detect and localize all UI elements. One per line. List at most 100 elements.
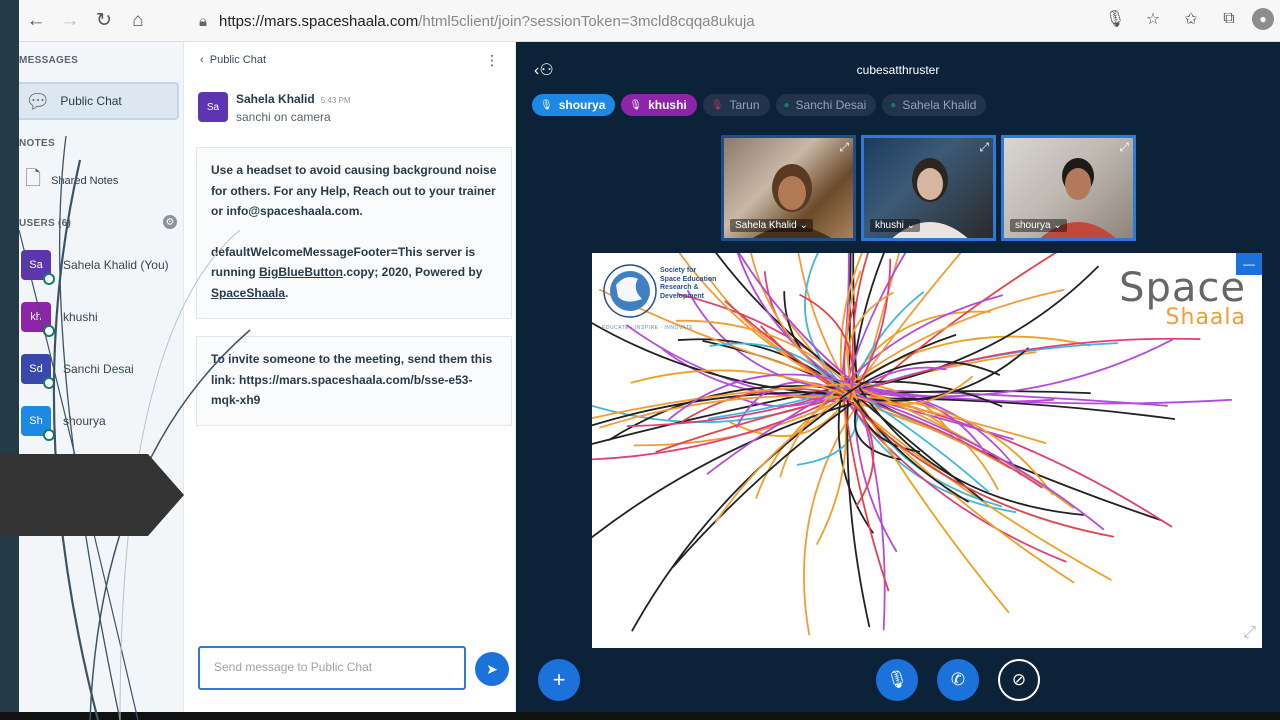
slide-left-strip	[0, 0, 19, 720]
video-off-icon: ⊘	[1011, 670, 1027, 689]
public-chat-item[interactable]: 💬︎ Public Chat	[19, 82, 179, 120]
address-bar[interactable]: 🔒︎ https://mars.spaceshaala.com/html5cli…	[199, 6, 1199, 36]
microphone-icon: ●	[783, 99, 790, 111]
webcam-tile[interactable]: ⤢ khushi ⌄	[861, 135, 996, 241]
user-name: Sahela Khalid (You)	[63, 258, 169, 272]
status-dot	[43, 273, 55, 285]
star-icon[interactable]: ☆	[1138, 4, 1168, 34]
talker-name: Tarun	[729, 98, 760, 112]
send-message-button[interactable]: ➤	[475, 652, 509, 686]
user-settings-gear-icon[interactable]: ⚙	[163, 215, 177, 229]
expand-icon[interactable]: ⤢	[979, 140, 989, 155]
user-list-panel: MESSAGES 💬︎ Public Chat NOTES 🗋︎ Shared …	[19, 42, 184, 712]
footer-text: .	[285, 285, 289, 300]
chat-header[interactable]: ‹ Public Chat	[200, 54, 266, 66]
expand-icon[interactable]: ⤢	[1119, 140, 1129, 155]
annotation-stroke	[672, 400, 856, 568]
shared-notes-label: Shared Notes	[51, 175, 119, 187]
message-time: 5:43 PM	[320, 96, 351, 105]
plus-icon: +	[552, 667, 566, 692]
back-arrow-icon[interactable]: ←	[19, 4, 53, 38]
screen: ← → ↻ ⌂ 🔒︎ https://mars.spaceshaala.com/…	[0, 0, 1280, 720]
webcam-name: shourya ⌄	[1010, 219, 1067, 232]
home-icon[interactable]: ⌂	[121, 4, 155, 38]
slide-bottom-strip	[0, 712, 1280, 720]
user-item[interactable]: Sh shourya	[19, 404, 106, 441]
talker-name: Sanchi Desai	[795, 98, 867, 112]
talker-name: Sahela Khalid	[902, 98, 977, 112]
actions-plus-button[interactable]: +	[538, 659, 580, 701]
talker-name: khushi	[648, 98, 687, 112]
url-path: /html5client/join?sessionToken=3mcld8cqq…	[418, 12, 755, 30]
send-icon: ➤	[486, 660, 498, 677]
microphone-icon: 🎙︎	[710, 99, 724, 111]
ssedrd-logo: Society for Space Education Research & D…	[602, 259, 718, 337]
chat-message-input[interactable]: Send message to Public Chat	[198, 646, 466, 690]
share-webcam-button[interactable]: ⊘	[998, 659, 1040, 701]
chat-options-icon[interactable]: ⋮	[485, 52, 499, 69]
fullscreen-icon[interactable]: ⤢	[1243, 624, 1256, 642]
ssedrd-tagline: EDUCATE · INSPIRE · INNOVATE	[602, 325, 694, 331]
message-text: sanchi on camera	[236, 110, 331, 124]
notes-icon: 🗋︎	[25, 168, 42, 190]
talker-chip[interactable]: 🎙︎ shourya	[532, 94, 616, 116]
avatar: Sa	[198, 92, 228, 122]
meeting-title: cubesatthruster	[856, 63, 940, 77]
avatar: Sa	[21, 250, 55, 285]
mute-button[interactable]: 🎙︎	[876, 659, 918, 701]
message-author: Sahela Khalid	[236, 92, 315, 106]
webcam-tile[interactable]: ⤢ shourya ⌄	[1001, 135, 1136, 241]
chat-message: Sa Sahela Khalid 5:43 PM sanchi on camera	[198, 92, 351, 124]
camera-name-text: khushi	[875, 220, 904, 231]
meeting-area: ‹⚇ cubesatthruster 🎙︎ shourya 🎙︎ khushi 🎙︎…	[516, 42, 1280, 712]
favorites-icon[interactable]: ✩	[1176, 4, 1206, 34]
microphone-icon: 🎙︎	[886, 670, 908, 689]
url-text[interactable]: https://mars.spaceshaala.com/html5client…	[219, 13, 755, 30]
collections-icon[interactable]: ⧉	[1214, 4, 1244, 34]
avatar-initials: Sd	[29, 363, 43, 375]
chat-bubble-icon: 💬︎	[25, 90, 51, 113]
public-chat-label: Public Chat	[60, 94, 122, 108]
talker-name: shourya	[558, 98, 606, 112]
minimize-presentation-button[interactable]: —	[1236, 253, 1262, 275]
talker-chip[interactable]: 🎙︎ Tarun	[702, 94, 770, 116]
welcome-message: Use a headset to avoid causing backgroun…	[196, 147, 512, 319]
avatar-initials: Sh	[29, 415, 43, 427]
webcam-tile[interactable]: ⤢ Sahela Khalid ⌄	[721, 135, 856, 241]
avatar-initials: Sa	[29, 259, 43, 271]
talker-chip[interactable]: 🎙︎ khushi	[621, 94, 697, 116]
user-item[interactable]: Sd Sanchi Desai	[19, 352, 134, 389]
microphone-permission-icon[interactable]: 🎙︎	[1100, 4, 1130, 34]
talker-chip[interactable]: ● Sanchi Desai	[775, 94, 877, 116]
avatar: kh	[21, 302, 55, 337]
talker-chip[interactable]: ● Sahela Khalid	[882, 94, 987, 116]
bigbluebutton-link[interactable]: BigBlueButton	[259, 265, 343, 279]
profile-icon[interactable]: ●	[1252, 8, 1274, 30]
footer-text: .copy; 2020, Powered by	[342, 265, 483, 279]
webcam-strip: ⤢ Sahela Khalid ⌄ ⤢ khushi ⌄ ⤢ shourya ⌄	[721, 135, 1136, 241]
webcam-name: khushi ⌄	[870, 219, 921, 232]
user-item[interactable]: kh khushi	[19, 300, 98, 337]
microphone-icon: ●	[890, 99, 897, 111]
reload-icon[interactable]: ↻	[87, 4, 121, 38]
forward-arrow-icon[interactable]: →	[53, 4, 87, 38]
welcome-footer: defaultWelcomeMessageFooter=This server …	[211, 242, 497, 304]
user-item[interactable]: Sa Sahela Khalid (You)	[19, 248, 169, 285]
talking-indicator: 🎙︎ shourya 🎙︎ khushi 🎙︎ Tarun ● Sanchi Desai…	[532, 94, 987, 116]
users-heading: USERS (6)	[19, 218, 72, 229]
camera-name-text: shourya	[1015, 220, 1051, 231]
leave-audio-button[interactable]: ✆	[937, 659, 979, 701]
avatar-initials: kh	[30, 311, 42, 323]
spaceshaala-link[interactable]: SpaceShaala	[211, 286, 285, 300]
status-dot	[43, 377, 55, 389]
avatar: Sh	[21, 406, 55, 441]
slide-arrow-shape	[0, 454, 184, 536]
microphone-icon: 🎙︎	[629, 99, 643, 111]
whiteboard[interactable]: Society for Space Education Research & D…	[592, 253, 1262, 648]
expand-icon[interactable]: ⤢	[839, 140, 849, 155]
messages-heading: MESSAGES	[19, 55, 79, 66]
globe-logo-icon	[603, 264, 657, 318]
shared-notes-item[interactable]: 🗋︎ Shared Notes	[19, 162, 179, 200]
camera-name-text: Sahela Khalid	[735, 220, 797, 231]
lock-icon: 🔒︎	[199, 12, 207, 30]
